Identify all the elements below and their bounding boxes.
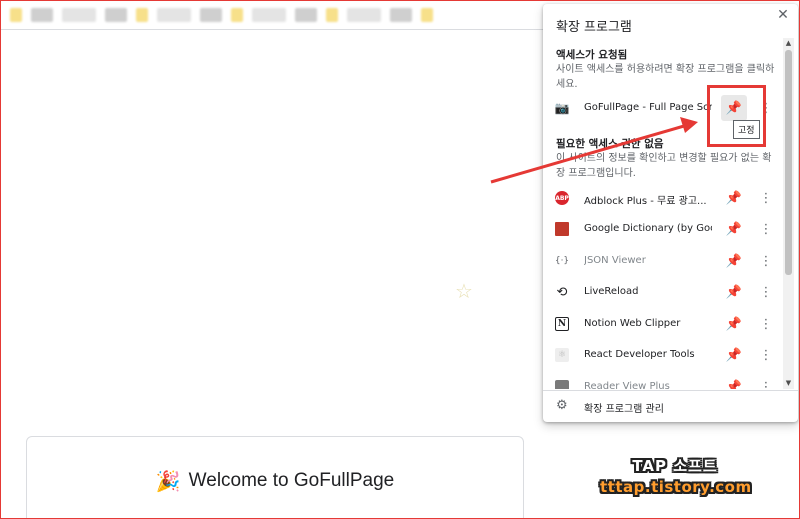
welcome-card: 🎉 Welcome to GoFullPage xyxy=(26,436,524,519)
scrollbar[interactable]: ▲ ▼ xyxy=(783,38,794,389)
manage-extensions-label: 확장 프로그램 관리 xyxy=(584,404,664,415)
more-options-icon[interactable]: ⋮ xyxy=(759,95,773,121)
pin-icon[interactable]: 📌 xyxy=(721,248,747,274)
pin-icon[interactable]: 📌 xyxy=(721,342,747,368)
more-options-icon[interactable]: ⋮ xyxy=(759,248,773,274)
bookmark-item[interactable] xyxy=(390,7,412,22)
bookmark-item[interactable] xyxy=(421,7,433,22)
bookmark-item[interactable] xyxy=(105,7,127,22)
react-icon: ⚛ xyxy=(555,348,569,362)
pin-icon[interactable]: 📌 xyxy=(721,279,747,305)
section-desc-requested: 사이트 액세스를 허용하려면 확장 프로그램을 클릭하세요. xyxy=(556,64,775,90)
scroll-thumb[interactable] xyxy=(785,50,792,275)
pin-icon[interactable]: 📌 xyxy=(721,185,747,211)
more-options-icon[interactable]: ⋮ xyxy=(759,216,773,242)
extension-row-livereload[interactable]: ⟲ LiveReload 📌 ⋮ xyxy=(543,277,783,308)
pin-icon[interactable]: 📌 xyxy=(721,216,747,242)
pin-icon[interactable]: 📌 xyxy=(721,374,747,390)
extension-name: Reader View Plus xyxy=(584,381,670,389)
reader-icon xyxy=(555,380,569,389)
extension-name: Adblock Plus - 무료 광고... xyxy=(584,196,707,207)
more-options-icon[interactable]: ⋮ xyxy=(759,374,773,390)
more-options-icon[interactable]: ⋮ xyxy=(759,185,773,211)
reload-icon: ⟲ xyxy=(556,284,568,300)
json-icon: {·} xyxy=(554,256,570,266)
extension-row-adblock-plus[interactable]: ABP Adblock Plus - 무료 광고... 📌 ⋮ xyxy=(543,183,783,214)
bookmark-item[interactable] xyxy=(157,7,191,22)
bookmark-item[interactable] xyxy=(231,7,243,22)
pin-icon[interactable]: 📌 xyxy=(721,311,747,337)
gear-icon: ⚙ xyxy=(556,398,568,413)
watermark-title: TAP 소프트 xyxy=(632,457,718,475)
extension-row-google-dictionary[interactable]: Google Dictionary (by Goo... 📌 ⋮ xyxy=(543,214,783,245)
pin-icon[interactable]: 📌 xyxy=(721,95,747,121)
scroll-up-arrow[interactable]: ▲ xyxy=(783,38,794,49)
extension-name: GoFullPage - Full Page Scr... xyxy=(584,102,712,113)
extension-row-reader-view[interactable]: Reader View Plus 📌 ⋮ xyxy=(543,372,783,389)
bookmark-item[interactable] xyxy=(326,7,338,22)
watermark-url: tttap.tistory.com xyxy=(600,478,752,496)
more-options-icon[interactable]: ⋮ xyxy=(759,279,773,305)
bookmark-bar xyxy=(0,0,560,30)
bookmark-item[interactable] xyxy=(347,7,381,22)
extensions-list: 액세스가 요청됨 사이트 액세스를 허용하려면 확장 프로그램을 클릭하세요. … xyxy=(543,38,783,389)
extension-row-json-viewer[interactable]: {·} JSON Viewer 📌 ⋮ xyxy=(543,246,783,277)
extension-name: Google Dictionary (by Goo... xyxy=(584,223,712,234)
more-options-icon[interactable]: ⋮ xyxy=(759,342,773,368)
section-desc-no-access: 이 사이트의 정보를 확인하고 변경할 필요가 없는 확장 프로그램입니다. xyxy=(556,153,772,179)
manage-extensions-button[interactable]: ⚙ 확장 프로그램 관리 xyxy=(543,390,798,422)
close-button[interactable]: ✕ xyxy=(775,7,791,23)
watermark: TAP 소프트 tttap.tistory.com xyxy=(600,455,752,496)
more-options-icon[interactable]: ⋮ xyxy=(759,311,773,337)
extension-name: LiveReload xyxy=(584,286,639,297)
scroll-down-arrow[interactable]: ▼ xyxy=(783,378,794,389)
popup-title: 확장 프로그램 xyxy=(556,20,632,35)
section-heading-no-access: 필요한 액세스 권한 없음 xyxy=(556,138,664,150)
party-popper-icon: 🎉 xyxy=(155,469,181,493)
extension-name: React Developer Tools xyxy=(584,349,695,360)
notion-icon: N xyxy=(555,317,569,331)
extension-row-notion[interactable]: N Notion Web Clipper 📌 ⋮ xyxy=(543,309,783,340)
section-heading-requested: 액세스가 요청됨 xyxy=(556,49,628,61)
bookmark-item[interactable] xyxy=(62,7,96,22)
bookmark-item[interactable] xyxy=(136,7,148,22)
camera-icon: 📷 xyxy=(554,101,570,115)
extension-row-react-devtools[interactable]: ⚛ React Developer Tools 📌 ⋮ xyxy=(543,340,783,371)
extension-name: JSON Viewer xyxy=(584,255,646,266)
dictionary-icon xyxy=(555,222,569,236)
bookmark-item[interactable] xyxy=(31,7,53,22)
star-icon: ☆ xyxy=(455,279,473,303)
adblock-plus-icon: ABP xyxy=(555,191,569,205)
extension-name: Notion Web Clipper xyxy=(584,318,681,329)
pin-tooltip: 고정 xyxy=(733,120,760,139)
bookmark-item[interactable] xyxy=(200,7,222,22)
extensions-popup: 확장 프로그램 ✕ 액세스가 요청됨 사이트 액세스를 허용하려면 확장 프로그… xyxy=(543,4,798,422)
bookmark-item[interactable] xyxy=(295,7,317,22)
bookmark-item[interactable] xyxy=(252,7,286,22)
bookmark-item[interactable] xyxy=(10,7,22,22)
welcome-heading: Welcome to GoFullPage xyxy=(188,470,395,491)
